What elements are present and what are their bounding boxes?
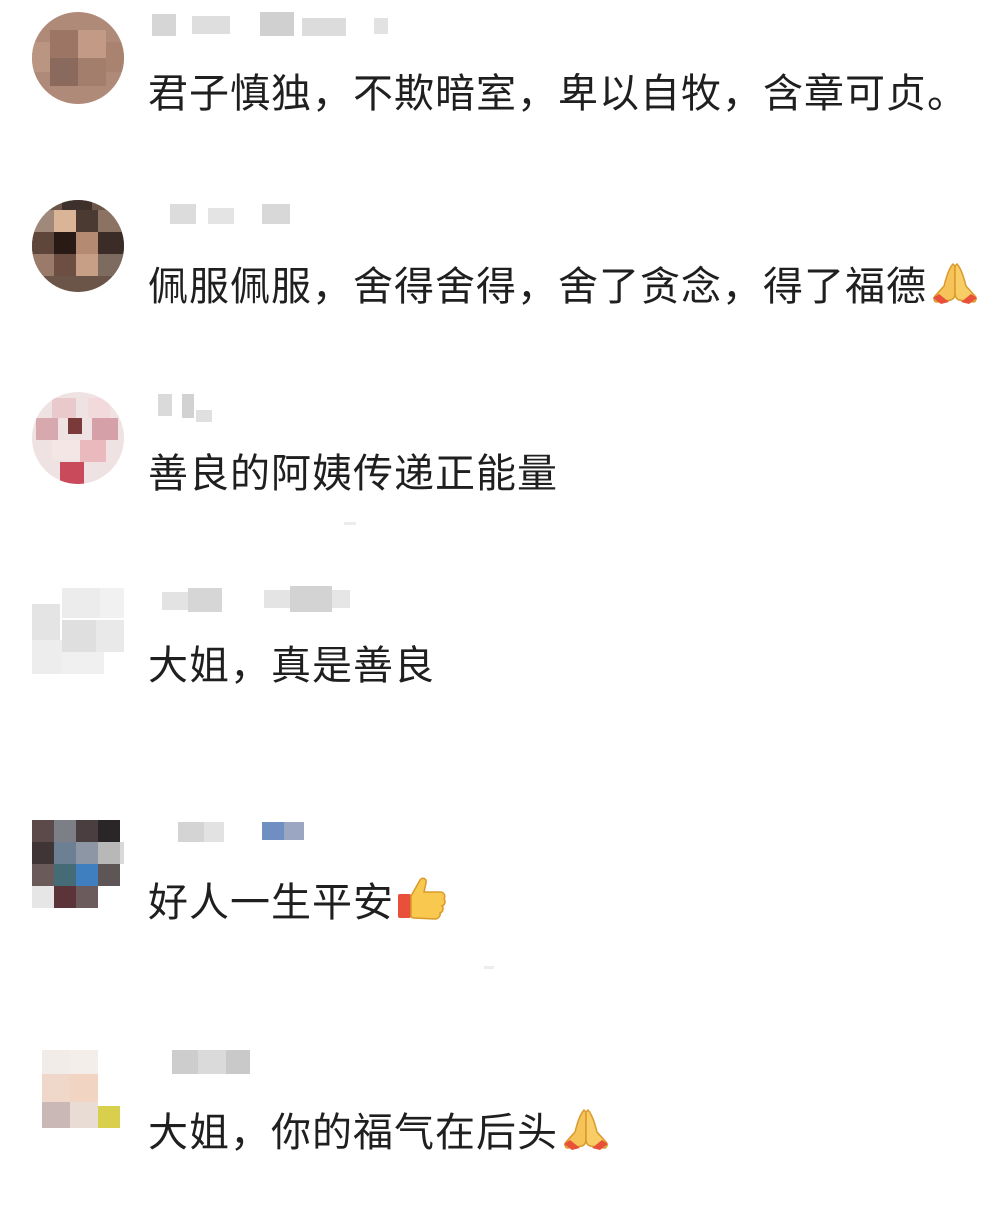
comment-text: 好人一生平安 (148, 874, 448, 927)
avatar[interactable] (32, 12, 124, 104)
comment-item: 大姐，你的福气在后头 (0, 1046, 1000, 1206)
username-blurred[interactable] (152, 584, 452, 614)
comment-text: 君子慎独，不欺暗室，卑以自牧，含章可贞。 (148, 70, 968, 118)
username-blurred[interactable] (152, 392, 452, 422)
avatar[interactable] (32, 1050, 124, 1142)
comment-text-content: 佩服佩服，舍得舍得，舍了贪念，得了福德 (148, 264, 927, 310)
username-blurred[interactable] (152, 816, 452, 846)
avatar[interactable] (32, 200, 124, 292)
username-blurred[interactable] (152, 1046, 452, 1076)
comment-text: 大姐，真是善良 (148, 642, 435, 690)
comment-text: 大姐，你的福气在后头 (148, 1104, 612, 1157)
comment-text-content: 君子慎独，不欺暗室，卑以自牧，含章可贞。 (148, 71, 968, 117)
folded-hands-icon (929, 258, 981, 306)
username-blurred[interactable] (152, 12, 452, 42)
comment-text-content: 大姐，真是善良 (148, 643, 435, 689)
avatar[interactable] (32, 584, 124, 676)
comment-text-content: 大姐，你的福气在后头 (148, 1110, 558, 1156)
comment-text: 善良的阿姨传递正能量 (148, 450, 558, 498)
comment-text: 佩服佩服，舍得舍得，舍了贪念，得了福德 (148, 258, 981, 311)
comment-item: 大姐，真是善良 (0, 584, 1000, 744)
comment-list: 君子慎独，不欺暗室，卑以自牧，含章可贞。 佩服佩服，舍得舍得，舍了贪念，得了福德… (0, 0, 1000, 1173)
username-blurred[interactable] (152, 200, 452, 230)
comment-item: 善良的阿姨传递正能量 (0, 392, 1000, 552)
comment-item: 君子慎独，不欺暗室，卑以自牧，含章可贞。 (0, 12, 1000, 172)
comment-item: 好人一生平安 (0, 816, 1000, 976)
folded-hands-icon (560, 1104, 612, 1152)
comment-text-content: 善良的阿姨传递正能量 (148, 451, 558, 497)
avatar[interactable] (32, 392, 124, 484)
avatar[interactable] (32, 816, 124, 908)
comment-text-content: 好人一生平安 (148, 880, 394, 926)
thumbs-up-icon (396, 874, 448, 922)
comment-item: 佩服佩服，舍得舍得，舍了贪念，得了福德 (0, 200, 1000, 360)
